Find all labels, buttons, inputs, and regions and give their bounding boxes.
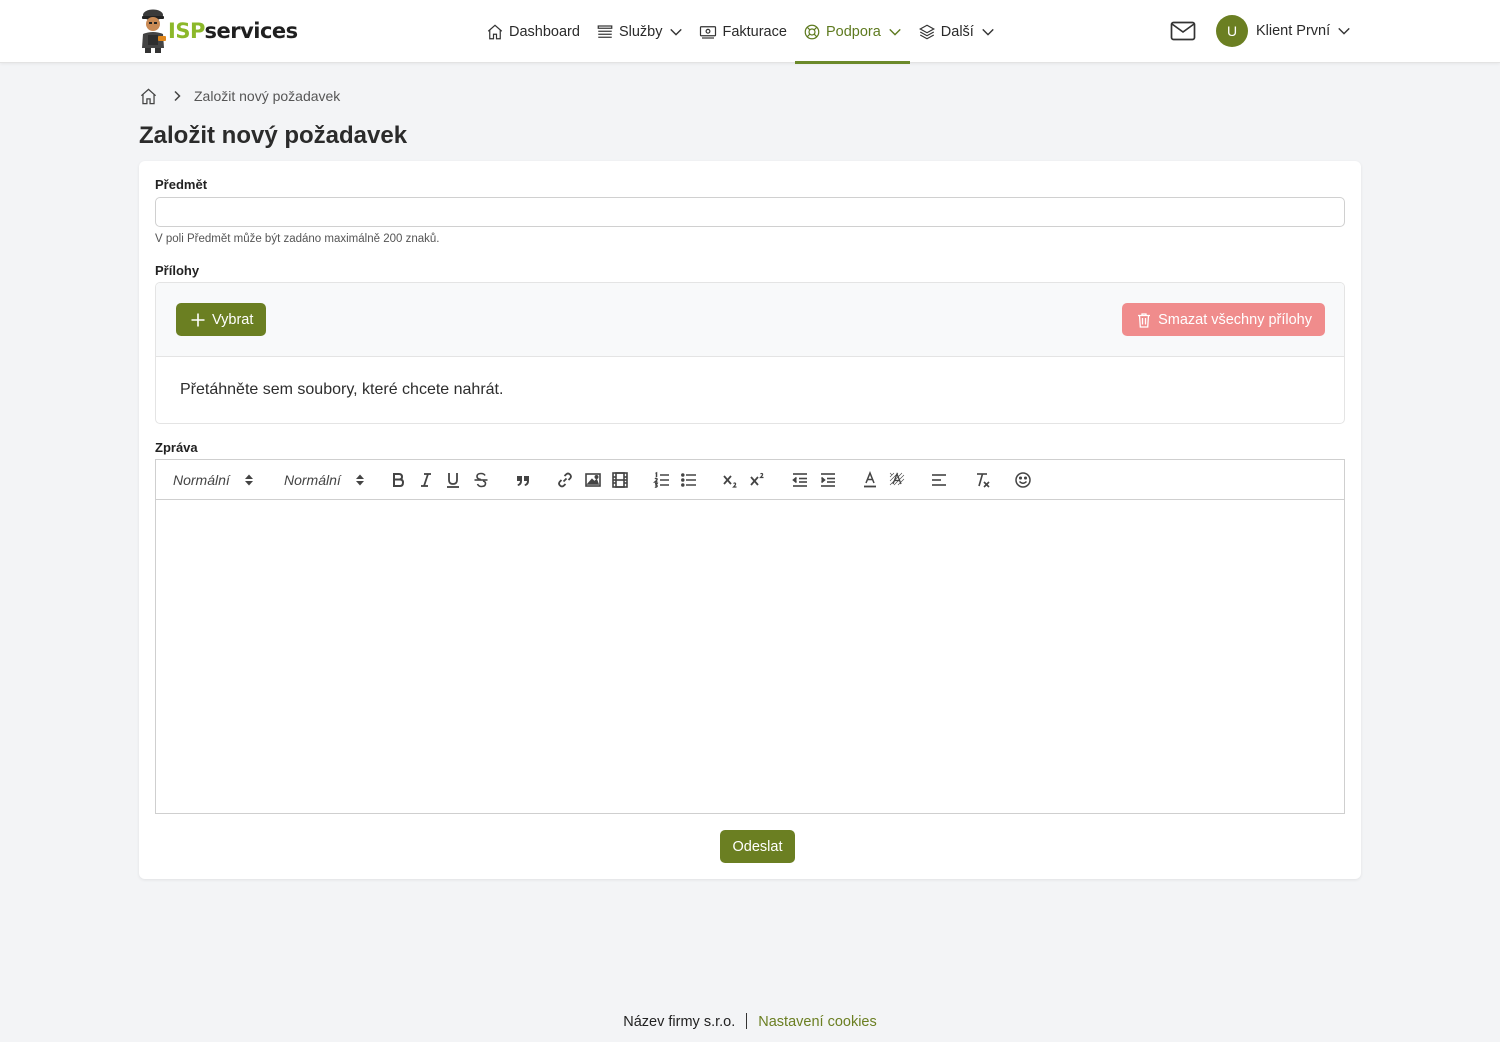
attachments-toolbar: Vybrat Smazat všechny přílohy	[156, 283, 1344, 357]
footer-company: Název firmy s.r.o.	[623, 1014, 736, 1030]
ticket-form-card: Předmět V poli Předmět může být zadáno m…	[139, 161, 1361, 879]
subject-hint: V poli Předmět může být zadáno maximálně…	[155, 233, 440, 245]
delete-all-attachments-button[interactable]: Smazat všechny přílohy	[1122, 303, 1325, 336]
plus-icon	[191, 313, 205, 326]
clear-formatting-icon[interactable]	[972, 470, 992, 490]
strikethrough-icon[interactable]	[471, 470, 491, 490]
nav-label-dalsi: Další	[940, 23, 974, 40]
list-icon	[597, 24, 613, 38]
nav-item-dalsi[interactable]: Další	[910, 0, 1003, 63]
attachments-label: Přílohy	[155, 263, 200, 278]
mail-icon[interactable]	[1170, 19, 1196, 43]
rich-text-editor: Normální Normální	[155, 459, 1345, 814]
nav-label-dashboard: Dashboard	[509, 23, 580, 40]
footer: Název firmy s.r.o. Nastavení cookies	[0, 1013, 1500, 1030]
delete-all-attachments-label: Smazat všechny přílohy	[1158, 311, 1312, 328]
logo-text: ISPservices	[168, 19, 298, 43]
bullet-list-icon[interactable]	[679, 470, 699, 490]
user-name: Klient První	[1256, 23, 1331, 39]
text-color-icon[interactable]	[860, 470, 880, 490]
sort-arrows-icon	[355, 474, 364, 486]
image-icon[interactable]	[583, 470, 603, 490]
nav-label-fakturace: Fakturace	[722, 23, 787, 40]
technician-mascot-icon	[142, 9, 166, 53]
nav-item-dashboard[interactable]: Dashboard	[478, 0, 588, 63]
subscript-icon[interactable]	[721, 470, 741, 490]
avatar: U	[1216, 15, 1248, 47]
chevron-down-icon	[889, 28, 901, 36]
trash-icon	[1138, 312, 1151, 328]
editor-toolbar: Normální Normální	[156, 460, 1344, 500]
invoice-icon	[700, 25, 717, 39]
main-nav: Dashboard Služby Fakturace Podpora Další	[478, 0, 1003, 64]
breadcrumb-current: Založit nový požadavek	[194, 88, 341, 104]
nav-label-sluzby: Služby	[618, 23, 663, 40]
underline-icon[interactable]	[443, 470, 463, 490]
footer-divider	[746, 1013, 748, 1029]
font-select-value: Normální	[173, 472, 230, 488]
cookie-settings-link[interactable]: Nastavení cookies	[758, 1014, 876, 1030]
layers-icon	[918, 24, 935, 39]
align-icon[interactable]	[929, 470, 949, 490]
chevron-right-icon	[174, 90, 181, 102]
breadcrumb: Založit nový požadavek	[139, 86, 340, 106]
home-icon[interactable]	[139, 87, 158, 106]
background-color-icon[interactable]	[887, 470, 907, 490]
subject-input[interactable]	[155, 197, 1345, 227]
editor-content[interactable]	[156, 500, 1344, 813]
page-title: Založit nový požadavek	[139, 122, 408, 149]
video-icon[interactable]	[610, 470, 630, 490]
attachments-dropzone[interactable]: Vybrat Smazat všechny přílohy Přetáhněte…	[155, 282, 1345, 424]
dropzone-text: Přetáhněte sem soubory, které chcete nah…	[180, 381, 504, 398]
user-menu[interactable]: U Klient První	[1216, 15, 1351, 47]
nav-label-podpora: Podpora	[825, 23, 881, 40]
sort-arrows-icon	[244, 474, 253, 486]
emoji-icon[interactable]	[1013, 470, 1033, 490]
superscript-icon[interactable]	[748, 470, 768, 490]
size-select[interactable]: Normální	[284, 460, 365, 500]
top-navbar: ISPservices Dashboard Služby Fakturace P…	[0, 0, 1500, 64]
subject-label: Předmět	[155, 177, 208, 192]
chevron-down-icon	[982, 28, 994, 36]
blockquote-icon[interactable]	[513, 470, 533, 490]
select-files-label: Vybrat	[212, 311, 254, 328]
outdent-icon[interactable]	[790, 470, 810, 490]
font-select[interactable]: Normální	[173, 460, 254, 500]
chevron-down-icon	[1338, 27, 1350, 35]
nav-item-podpora[interactable]: Podpora	[794, 0, 910, 64]
message-label: Zpráva	[155, 440, 198, 455]
lifebuoy-icon	[804, 24, 820, 39]
nav-item-fakturace[interactable]: Fakturace	[691, 0, 794, 63]
chevron-down-icon	[670, 28, 683, 36]
indent-icon[interactable]	[818, 470, 838, 490]
bold-icon[interactable]	[388, 470, 408, 490]
link-icon[interactable]	[555, 470, 575, 490]
home-icon	[487, 23, 503, 39]
select-files-button[interactable]: Vybrat	[176, 303, 267, 336]
nav-item-sluzby[interactable]: Služby	[588, 0, 692, 63]
size-select-value: Normální	[284, 472, 341, 488]
submit-button[interactable]: Odeslat	[720, 830, 795, 863]
italic-icon[interactable]	[416, 470, 436, 490]
ordered-list-icon[interactable]	[652, 470, 672, 490]
logo[interactable]: ISPservices	[139, 8, 298, 54]
